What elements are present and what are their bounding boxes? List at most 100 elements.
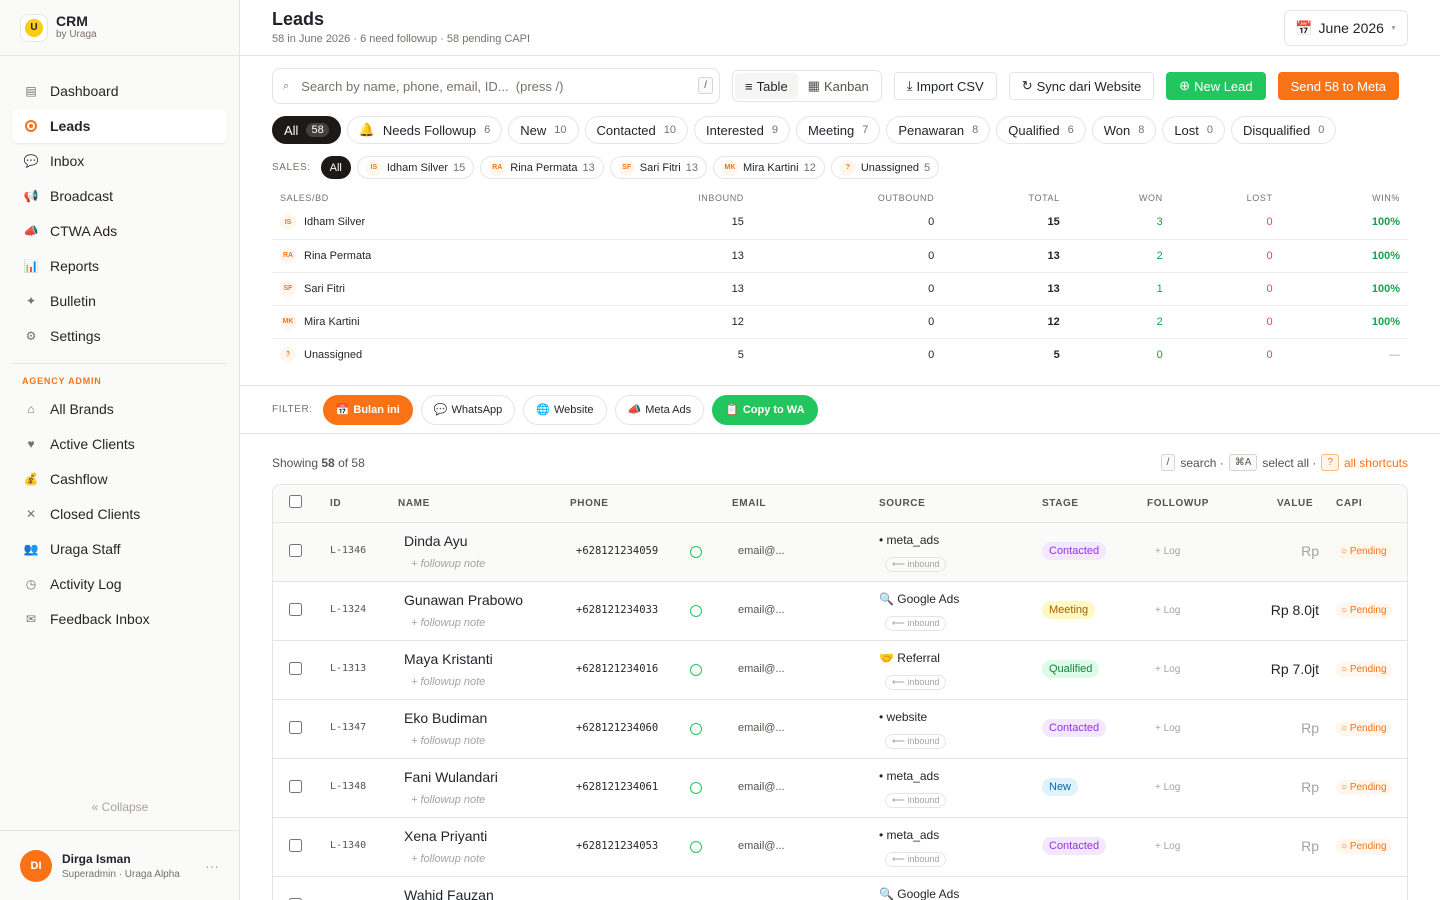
sidebar-item-inbox[interactable]: 💬 Inbox [12,144,227,178]
user-card[interactable]: DI Dirga Isman Superadmin · Uraga Alpha … [0,830,239,900]
followup-note-button[interactable]: + followup note [411,853,485,865]
whatsapp-icon[interactable] [690,723,702,735]
add-log-button[interactable]: + Log [1155,841,1180,852]
sidebar-item-leads[interactable]: Leads [12,109,227,143]
whatsapp-icon[interactable] [690,605,702,617]
table-row[interactable]: Wahid Fauzan 🔍 Google Ads [273,877,1407,900]
add-log-button[interactable]: + Log [1155,723,1180,734]
sidebar-item-ctwa-ads[interactable]: 📣 CTWA Ads [12,214,227,248]
followup-note-button[interactable]: + followup note [411,558,485,570]
whatsapp-icon[interactable] [690,664,702,676]
filter-meta-ads[interactable]: 📣 Meta Ads [614,394,705,425]
filter-copy-to-wa[interactable]: 📋 Copy to WA [712,394,818,425]
stage-tab-new[interactable]: New 10 [508,116,579,144]
lead-name[interactable]: Fani Wulandari [404,769,498,785]
status-badge[interactable]: Qualified [1042,660,1100,678]
add-log-button[interactable]: + Log [1155,782,1180,793]
table-row[interactable]: SF Sari Fitri 13 0 13 1 0 100% [272,272,1408,306]
sales-filter-mira-kartini[interactable]: MK Mira Kartini 12 [712,156,825,179]
stage-tab-contacted[interactable]: Contacted 10 [584,116,689,144]
sidebar-item-reports[interactable]: 📊 Reports [12,249,227,283]
lead-name[interactable]: Eko Budiman [404,710,487,726]
new-lead-button[interactable]: ⊕ New Lead [1166,72,1266,100]
table-row[interactable]: IS Idham Silver 15 0 15 3 0 100% [272,206,1408,240]
status-badge[interactable]: New [1042,778,1079,796]
search-input[interactable] [301,78,672,94]
lead-name[interactable]: Gunawan Prabowo [404,592,523,608]
brand[interactable]: U CRM by Uraga [0,0,239,56]
view-table-button[interactable]: ≡ Table [735,73,798,99]
sidebar-item-closed-clients[interactable]: ✕ Closed Clients [12,497,227,531]
filter-whatsapp[interactable]: 💬 WhatsApp [420,394,516,425]
view-kanban-button[interactable]: ▦ Kanban [798,73,879,99]
sales-filter-unassigned[interactable]: ? Unassigned 5 [830,156,940,179]
send-to-meta-button[interactable]: Send 58 to Meta [1277,72,1400,100]
month-picker[interactable]: 📅 June 2026 ▼ [1284,10,1408,46]
sidebar-item-feedback-inbox[interactable]: ✉ Feedback Inbox [12,602,227,636]
whatsapp-icon[interactable] [690,782,702,794]
add-log-button[interactable]: + Log [1155,546,1180,557]
table-row[interactable]: L-1348 Fani Wulandari + followup note +6281… [273,759,1407,818]
stage-tab-all[interactable]: All 58 [272,116,341,144]
sidebar-item-activity-log[interactable]: ◷ Activity Log [12,567,227,601]
row-checkbox[interactable] [289,662,302,675]
filter-bulan-ini[interactable]: 📅 Bulan ini [322,394,413,425]
add-log-button[interactable]: + Log [1155,605,1180,616]
stage-tab-won[interactable]: Won 8 [1091,116,1157,144]
lead-name[interactable]: Dinda Ayu [404,533,468,549]
sync-website-button[interactable]: ↻ Sync dari Website [1008,72,1155,100]
row-checkbox[interactable] [289,780,302,793]
search-box[interactable]: ⌕ / [272,68,720,104]
whatsapp-icon[interactable] [690,546,702,558]
status-badge[interactable]: Contacted [1042,837,1107,855]
stage-tab-penawaran[interactable]: Penawaran 8 [886,116,991,144]
sidebar-item-all-brands[interactable]: ⌂ All Brands [12,392,227,426]
sidebar-item-cashflow[interactable]: 💰 Cashflow [12,462,227,496]
sales-filter-rina-permata[interactable]: RA Rina Permata 13 [480,156,604,179]
followup-note-button[interactable]: + followup note [411,617,485,629]
table-row[interactable]: MK Mira Kartini 12 0 12 2 0 100% [272,305,1408,339]
stage-tab-meeting[interactable]: Meeting 7 [795,116,881,144]
filter-website[interactable]: 🌐 Website [523,394,607,425]
sidebar-item-dashboard[interactable]: ▤ Dashboard [12,74,227,108]
followup-note-button[interactable]: + followup note [411,676,485,688]
import-csv-button[interactable]: ⤓ Import CSV [893,72,997,100]
sales-filter-sari-fitri[interactable]: SF Sari Fitri 13 [609,156,707,179]
status-badge[interactable]: Meeting [1042,601,1096,619]
table-row[interactable]: L-1340 Xena Priyanti + followup note +62812… [273,818,1407,877]
sidebar-item-settings[interactable]: ⚙ Settings [12,319,227,353]
stage-tab-qualified[interactable]: Qualified 6 [996,116,1086,144]
sidebar-item-uraga-staff[interactable]: 👥 Uraga Staff [12,532,227,566]
status-badge[interactable]: Contacted [1042,542,1107,560]
stage-tab-disqualified[interactable]: Disqualified 0 [1231,116,1337,144]
collapse-button[interactable]: « Collapse [0,800,240,814]
lead-name[interactable]: Wahid Fauzan [404,887,494,900]
sidebar-item-active-clients[interactable]: ♥ Active Clients [12,427,227,461]
sales-filter-all[interactable]: All [320,156,351,179]
sales-filter-idham-silver[interactable]: IS Idham Silver 15 [356,156,475,179]
stage-tab-lost[interactable]: Lost 0 [1162,116,1226,144]
table-row[interactable]: RA Rina Permata 13 0 13 2 0 100% [272,239,1408,273]
all-shortcuts-link[interactable]: all shortcuts [1344,456,1408,470]
status-badge[interactable]: Contacted [1042,719,1107,737]
table-row[interactable]: ? Unassigned 5 0 5 0 0 — [272,338,1408,371]
add-log-button[interactable]: + Log [1155,664,1180,675]
table-row[interactable]: L-1346 Dinda Ayu + followup note +628121234… [273,523,1407,582]
followup-note-button[interactable]: + followup note [411,735,485,747]
table-row[interactable]: L-1324 Gunawan Prabowo + followup note +628… [273,582,1407,641]
sidebar-item-bulletin[interactable]: ✦ Bulletin [12,284,227,318]
stage-tab-needs-followup[interactable]: 🔔 Needs Followup 6 [346,116,503,144]
row-checkbox[interactable] [289,721,302,734]
select-all-checkbox[interactable] [289,495,302,508]
followup-note-button[interactable]: + followup note [411,794,485,806]
lead-name[interactable]: Maya Kristanti [404,651,493,667]
row-checkbox[interactable] [289,603,302,616]
table-row[interactable]: L-1347 Eko Budiman + followup note +6281212… [273,700,1407,759]
whatsapp-icon[interactable] [690,841,702,853]
row-checkbox[interactable] [289,839,302,852]
lead-name[interactable]: Xena Priyanti [404,828,487,844]
sidebar-item-broadcast[interactable]: 📢 Broadcast [12,179,227,213]
more-icon[interactable]: ··· [205,858,219,874]
stage-tab-interested[interactable]: Interested 9 [694,116,790,144]
row-checkbox[interactable] [289,544,302,557]
